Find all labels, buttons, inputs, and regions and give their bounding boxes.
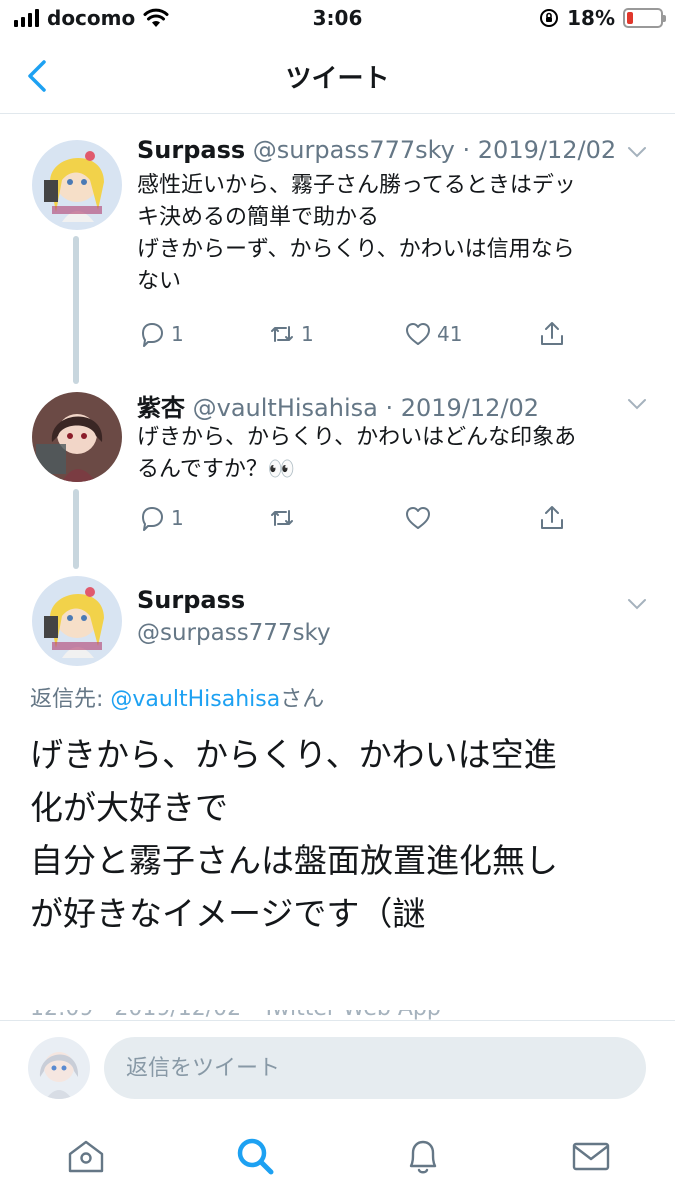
- tab-home[interactable]: [64, 1134, 108, 1178]
- reply-to-mention[interactable]: @vaultHisahisa: [110, 687, 280, 712]
- reply-to-prefix: 返信先:: [30, 687, 111, 712]
- tweet-header: Surpass @surpass777sky · 2019/12/02: [137, 136, 616, 164]
- author-name[interactable]: 紫杏: [137, 394, 185, 422]
- tweet-actions: 1: [137, 503, 577, 537]
- avatar[interactable]: [32, 576, 122, 666]
- author-meta: @surpass777sky · 2019/12/02: [252, 136, 617, 164]
- nav-bar: ツイート: [0, 40, 675, 114]
- tab-search[interactable]: [233, 1134, 277, 1178]
- reply-button[interactable]: 1: [137, 319, 184, 349]
- thread-line: [73, 489, 79, 569]
- chevron-down-icon[interactable]: [625, 592, 649, 616]
- main-tweet-line: 化が大好きで: [30, 788, 228, 827]
- tab-messages[interactable]: [569, 1134, 613, 1178]
- avatar[interactable]: [32, 392, 122, 482]
- author-name[interactable]: Surpass: [137, 586, 245, 614]
- tweet-text: 感性近いから、霧子さん勝ってるときはデッ キ決めるの簡単で助かる げきからーず、…: [137, 170, 657, 298]
- main-tweet-line: 自分と霧子さんは盤面放置進化無し: [30, 841, 558, 880]
- tweet-text-line: 感性近いから、霧子さん勝ってるときはデッ: [137, 173, 576, 198]
- battery-percent: 18%: [567, 6, 615, 30]
- reply-count: 1: [171, 322, 184, 346]
- share-button[interactable]: [537, 503, 567, 533]
- reply-button[interactable]: 1: [137, 503, 184, 533]
- battery-icon: [623, 8, 666, 28]
- main-tweet-text: げきから、からくり、かわいは空進 化が大好きで 自分と霧子さんは盤面放置進化無し…: [30, 728, 650, 940]
- messages-icon: [572, 1142, 610, 1171]
- author-name[interactable]: Surpass: [137, 136, 245, 164]
- share-icon: [541, 506, 563, 529]
- tweet-text: げきから、からくり、かわいはどんな印象あ るんですか？👀: [137, 422, 657, 486]
- tab-bar: [0, 1116, 675, 1200]
- status-right: 18%: [539, 6, 666, 30]
- main-tweet-line: げきから、からくり、かわいは空進: [30, 735, 557, 774]
- retweet-button[interactable]: 1: [267, 319, 314, 349]
- tweet-text-line: るんですか？👀: [137, 457, 296, 482]
- tweet-text-line: キ決めるの簡単で助かる: [137, 205, 380, 230]
- tweet-actions: 1 1 41: [137, 319, 577, 353]
- author-handle[interactable]: @surpass777sky: [137, 620, 331, 646]
- reply-icon: [142, 323, 163, 347]
- tweet-text-line: ない: [137, 269, 182, 294]
- avatar[interactable]: [32, 140, 122, 230]
- search-icon: [237, 1138, 274, 1175]
- chevron-down-icon[interactable]: [625, 140, 649, 164]
- retweet-icon: [271, 510, 293, 526]
- user-avatar[interactable]: [28, 1037, 90, 1099]
- reply-to-suffix: さん: [280, 687, 325, 712]
- retweet-count: 1: [301, 322, 314, 346]
- author-meta: @vaultHisahisa · 2019/12/02: [192, 394, 540, 422]
- status-bar: docomo 3:06 18%: [0, 0, 675, 40]
- thread-line: [73, 236, 79, 384]
- tweet-text-line: げきから、からくり、かわいはどんな印象あ: [137, 425, 577, 450]
- page-title: ツイート: [285, 64, 390, 94]
- tab-notifications[interactable]: [401, 1134, 445, 1178]
- tweet-text-line: げきからーず、からくり、かわいは信用なら: [137, 237, 575, 262]
- tweet-timestamp: 12:09 · 2019/12/02 · Twitter Web App: [30, 1010, 650, 1020]
- like-button[interactable]: [403, 503, 437, 533]
- tweet-header: 紫杏 @vaultHisahisa · 2019/12/02: [137, 388, 539, 423]
- share-button[interactable]: [537, 319, 567, 349]
- reply-to: 返信先: @vaultHisahisaさん: [30, 681, 324, 713]
- heart-icon: [406, 323, 430, 345]
- reply-icon: [142, 507, 163, 531]
- reply-count: 1: [171, 506, 184, 530]
- retweet-button[interactable]: [267, 503, 301, 533]
- reply-bar: [0, 1020, 675, 1116]
- heart-icon: [406, 507, 430, 529]
- main-tweet-line: が好きなイメージです（謎: [30, 894, 426, 933]
- reply-input[interactable]: [104, 1037, 646, 1099]
- notifications-icon: [409, 1140, 437, 1174]
- battery-level: [627, 12, 633, 24]
- like-button[interactable]: 41: [403, 319, 462, 349]
- retweet-icon: [271, 326, 293, 342]
- share-icon: [541, 322, 563, 345]
- home-icon: [68, 1140, 104, 1173]
- chevron-down-icon[interactable]: [625, 392, 649, 416]
- like-count: 41: [437, 322, 463, 346]
- orientation-lock-icon: [540, 9, 559, 27]
